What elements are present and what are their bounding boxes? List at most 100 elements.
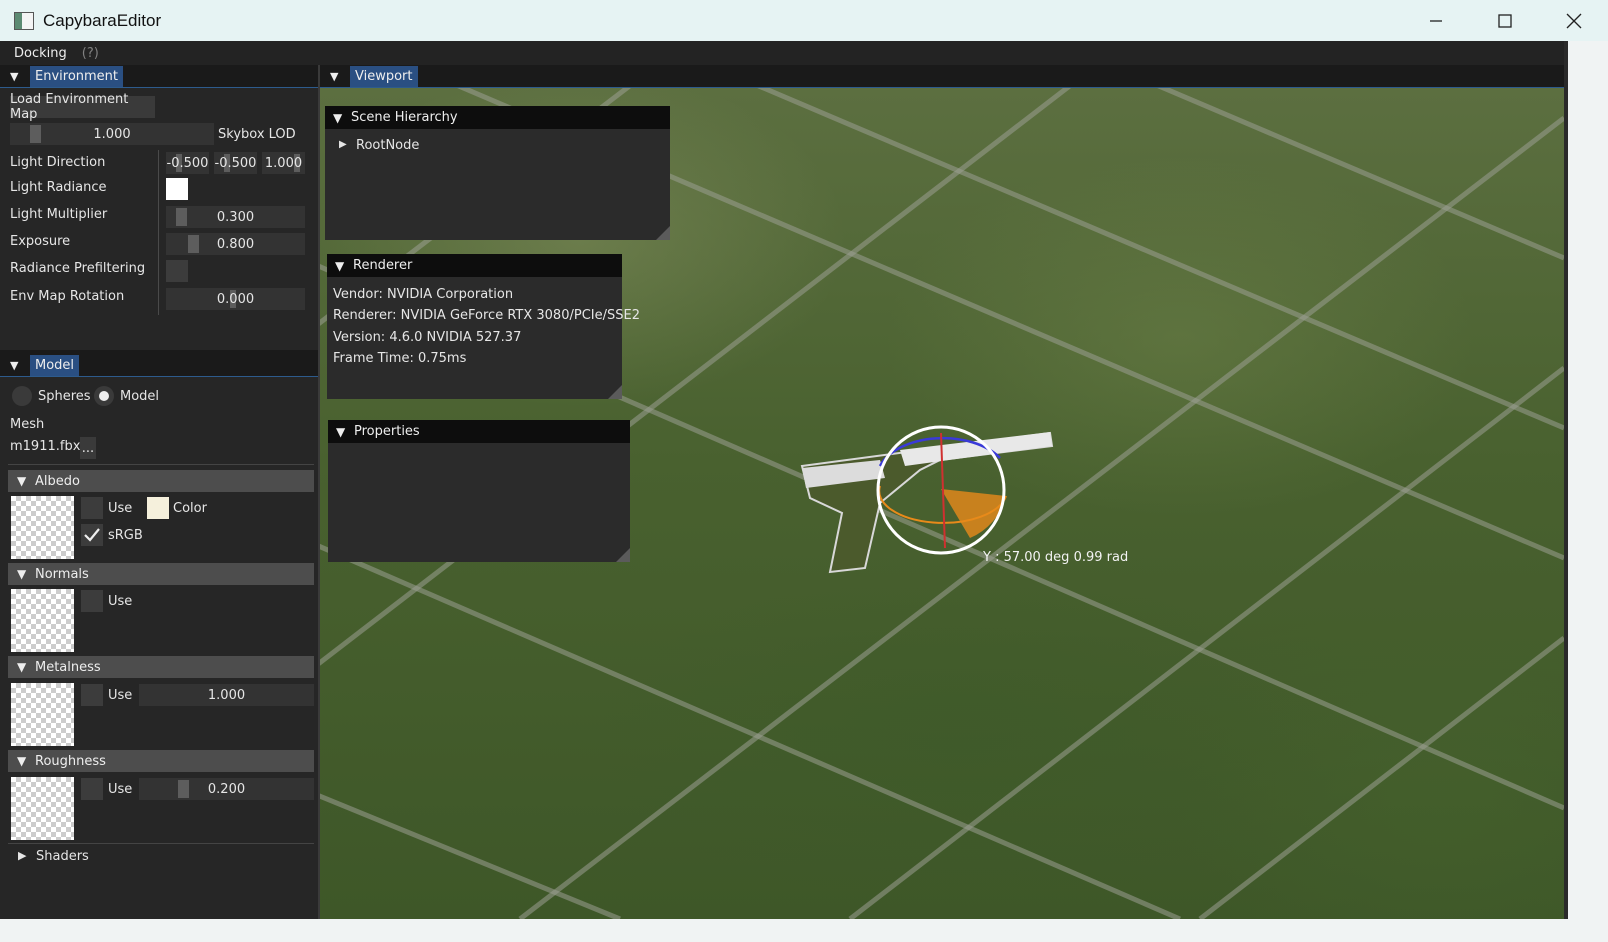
collapse-arrow-icon: ▼ (17, 660, 27, 674)
tab-environment[interactable]: Environment (30, 65, 124, 87)
srgb-checkbox[interactable] (81, 524, 103, 546)
albedo-color-label: Color (173, 501, 207, 516)
app-icon (14, 11, 34, 30)
collapse-arrow-icon[interactable]: ▼ (333, 111, 351, 125)
tab-model[interactable]: Model (30, 354, 80, 376)
scene-hierarchy-titlebar[interactable]: ▼ Scene Hierarchy (325, 106, 670, 129)
desktop-bottom-edge (0, 919, 1608, 942)
spheres-radio[interactable] (12, 386, 32, 406)
metalness-title: Metalness (35, 659, 101, 675)
metalness-value: 1.000 (207, 687, 246, 703)
env-map-rotation-slider[interactable]: 0.000 (166, 288, 305, 310)
checkmark-icon (84, 528, 100, 542)
light-multiplier-label: Light Multiplier (10, 207, 108, 222)
divider (8, 843, 314, 844)
light-multiplier-slider[interactable]: 0.300 (166, 206, 305, 228)
mesh-label: Mesh (10, 417, 45, 432)
close-button[interactable] (1539, 0, 1608, 41)
exposure-value: 0.800 (216, 236, 255, 252)
light-multiplier-value: 0.300 (216, 209, 255, 225)
title-bar: CapybaraEditor (0, 0, 1608, 41)
slider-grab[interactable] (188, 235, 199, 253)
model-label: Model (120, 389, 160, 404)
properties-titlebar[interactable]: ▼ Properties (328, 420, 630, 443)
albedo-use-checkbox[interactable] (81, 497, 103, 519)
env-map-rotation-value: 0.000 (216, 291, 255, 307)
normals-texture-thumbnail[interactable] (11, 589, 74, 652)
slider-grab[interactable] (178, 780, 189, 798)
viewport-canvas[interactable]: Y : 57.00 deg 0.99 rad ▼ Scene Hierarchy… (320, 88, 1564, 919)
panel-menu-icon[interactable]: ▼ (10, 70, 22, 83)
roughness-value: 0.200 (207, 781, 246, 797)
expand-arrow-icon[interactable]: ▶ (339, 139, 347, 150)
radiance-prefiltering-checkbox[interactable] (166, 260, 188, 282)
resize-grip[interactable] (656, 226, 670, 240)
roughness-texture-thumbnail[interactable] (11, 777, 74, 840)
renderer-version: Version: 4.6.0 NVIDIA 527.37 (333, 330, 522, 345)
column-divider (158, 150, 159, 315)
exposure-label: Exposure (10, 234, 71, 249)
metalness-use-label: Use (108, 688, 133, 703)
light-radiance-color-swatch[interactable] (166, 178, 188, 200)
load-environment-map-button[interactable]: Load Environment Map (10, 92, 155, 122)
browse-mesh-button[interactable]: ... (80, 437, 96, 459)
maximize-button[interactable] (1470, 0, 1539, 41)
divider (8, 464, 314, 465)
skybox-lod-slider[interactable]: 1.000 (10, 123, 214, 145)
root-node-item[interactable]: RootNode (356, 138, 419, 153)
slider-grab[interactable] (176, 208, 187, 226)
skybox-lod-value: 1.000 (93, 126, 131, 142)
model-radio[interactable] (94, 386, 114, 406)
radiance-prefiltering-label: Radiance Prefiltering (10, 261, 146, 276)
properties-title: Properties (354, 424, 420, 439)
albedo-header[interactable]: ▼ Albedo (8, 470, 314, 492)
light-direction-y-input[interactable]: -0.500 (214, 152, 257, 174)
albedo-texture-thumbnail[interactable] (11, 496, 74, 559)
slider-grab[interactable] (30, 125, 41, 143)
renderer-window: ▼ Renderer Vendor: NVIDIA Corporation Re… (327, 254, 640, 399)
properties-window: ▼ Properties (328, 420, 630, 562)
metalness-texture-thumbnail[interactable] (11, 683, 74, 746)
model-tabbar: ▼ Model (0, 354, 318, 377)
collapse-arrow-icon: ▼ (17, 754, 27, 768)
roughness-slider[interactable]: 0.200 (139, 778, 314, 800)
resize-grip[interactable] (608, 385, 622, 399)
collapse-arrow-icon[interactable]: ▼ (336, 425, 354, 439)
resize-grip[interactable] (616, 548, 630, 562)
collapse-arrow-icon[interactable]: ▼ (335, 259, 353, 273)
menu-help[interactable]: (?) (82, 46, 99, 61)
light-direction-z-input[interactable]: 1.000 (262, 152, 305, 174)
metalness-use-checkbox[interactable] (81, 684, 103, 706)
metalness-header[interactable]: ▼ Metalness (8, 656, 314, 678)
expand-arrow-icon[interactable]: ▶ (18, 849, 26, 862)
menu-docking[interactable]: Docking (14, 46, 67, 61)
light-direction-y-value: -0.500 (214, 155, 257, 171)
panel-menu-icon[interactable]: ▼ (330, 70, 342, 83)
srgb-label: sRGB (108, 528, 143, 543)
light-radiance-label: Light Radiance (10, 180, 107, 195)
normals-use-label: Use (108, 594, 133, 609)
shaders-tree-node[interactable]: Shaders (36, 849, 89, 864)
exposure-slider[interactable]: 0.800 (166, 233, 305, 255)
scene-hierarchy-window: ▼ Scene Hierarchy ▶ RootNode (325, 106, 670, 240)
menu-bar: Docking (?) (0, 41, 1568, 65)
roughness-header[interactable]: ▼ Roughness (8, 750, 314, 772)
light-direction-x-input[interactable]: -0.500 (166, 152, 209, 174)
albedo-color-swatch[interactable] (147, 497, 169, 519)
normals-header[interactable]: ▼ Normals (8, 563, 314, 585)
minimize-button[interactable] (1401, 0, 1470, 41)
model-panel: Spheres Model Mesh m1911.fbx ... ▼ Albed… (0, 377, 318, 919)
tab-viewport[interactable]: Viewport (350, 65, 418, 87)
maximize-icon (1497, 13, 1512, 28)
albedo-use-label: Use (108, 501, 133, 516)
metalness-slider[interactable]: 1.000 (139, 684, 314, 706)
close-icon (1566, 13, 1581, 28)
roughness-use-checkbox[interactable] (81, 778, 103, 800)
environment-panel: Load Environment Map 1.000 Skybox LOD Li… (0, 88, 318, 350)
renderer-frame-time: Frame Time: 0.75ms (333, 351, 467, 366)
renderer-name: Renderer: NVIDIA GeForce RTX 3080/PCIe/S… (333, 308, 640, 323)
normals-title: Normals (35, 566, 89, 582)
renderer-titlebar[interactable]: ▼ Renderer (327, 254, 622, 277)
panel-menu-icon[interactable]: ▼ (10, 359, 22, 372)
normals-use-checkbox[interactable] (81, 590, 103, 612)
